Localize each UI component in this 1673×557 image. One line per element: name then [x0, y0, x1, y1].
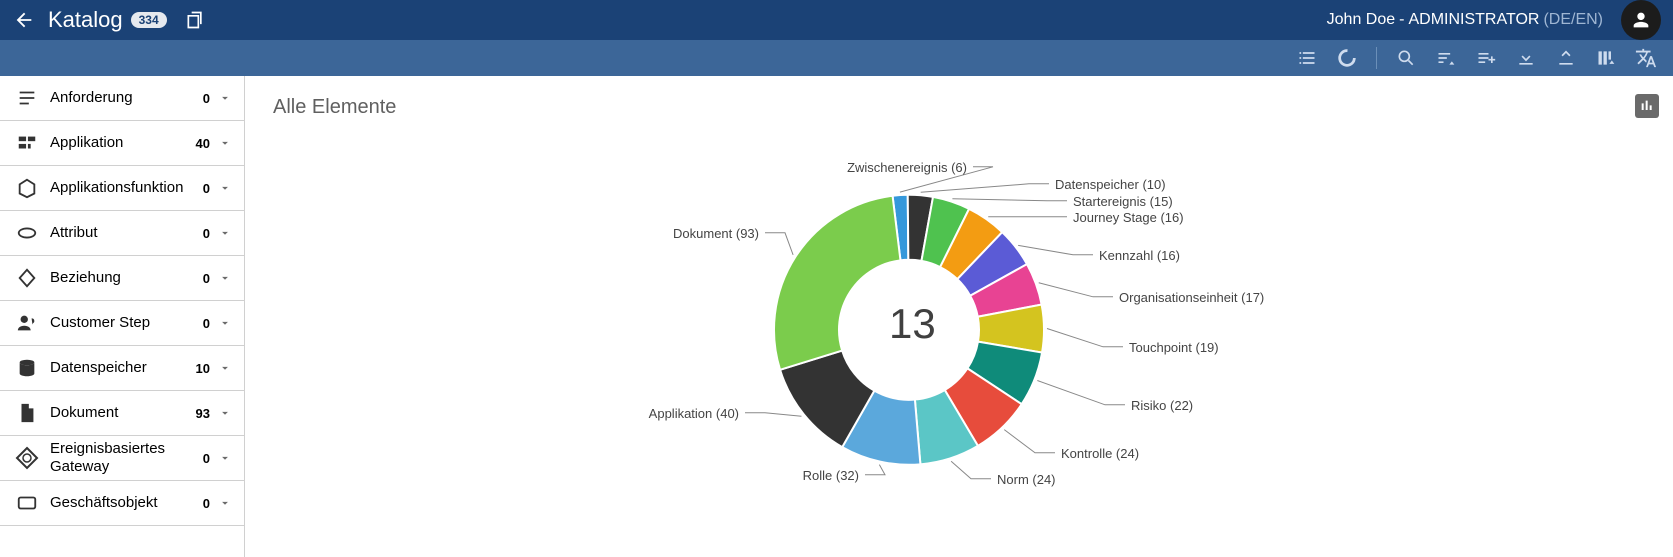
- translate-icon[interactable]: [1635, 47, 1657, 69]
- search-icon[interactable]: [1395, 47, 1417, 69]
- user-lang: (DE/EN): [1543, 11, 1603, 29]
- sidebar-item-label: Dokument: [50, 404, 190, 422]
- sidebar-item-appfunction[interactable]: Applikationsfunktion0: [0, 166, 244, 211]
- user-role: ADMINISTRATOR: [1408, 11, 1539, 29]
- sidebar-item-count: 0: [190, 91, 210, 106]
- chart-label: Kontrolle (24): [1061, 445, 1139, 460]
- datastore-icon: [14, 357, 40, 379]
- eventgateway-icon: [14, 446, 40, 470]
- columns-icon[interactable]: [1595, 47, 1617, 69]
- chart-label: Touchpoint (19): [1129, 339, 1219, 354]
- toolbar-divider: [1376, 47, 1377, 69]
- sidebar-item-application[interactable]: Applikation40: [0, 121, 244, 166]
- sidebar-item-count: 10: [190, 361, 210, 376]
- document-icon: [14, 402, 40, 424]
- chart-label: Rolle (32): [803, 467, 859, 482]
- sidebar-item-label: Applikationsfunktion: [50, 179, 190, 197]
- sidebar-item-eventgateway[interactable]: Ereignisbasiertes Gateway0: [0, 436, 244, 481]
- relation-icon: [14, 267, 40, 289]
- app-header: Katalog 334 John Doe - ADMINISTRATOR (DE…: [0, 0, 1673, 40]
- sidebar-item-count: 0: [190, 181, 210, 196]
- sidebar-item-document[interactable]: Dokument93: [0, 391, 244, 436]
- list-icon[interactable]: [1296, 47, 1318, 69]
- sidebar-item-datastore[interactable]: Datenspeicher10: [0, 346, 244, 391]
- requirement-icon: [14, 87, 40, 109]
- download-icon[interactable]: [1515, 47, 1537, 69]
- chart-toggle-icon[interactable]: [1635, 94, 1659, 118]
- back-icon[interactable]: [12, 8, 36, 32]
- chevron-down-icon: [218, 406, 234, 420]
- appfunction-icon: [14, 177, 40, 199]
- sidebar-item-count: 0: [190, 271, 210, 286]
- chevron-down-icon: [218, 496, 234, 510]
- chart-label: Risiko (22): [1131, 397, 1193, 412]
- sidebar-item-attribute[interactable]: Attribut0: [0, 211, 244, 256]
- donut-slice-dokument[interactable]: [774, 195, 900, 369]
- sidebar-item-relation[interactable]: Beziehung0: [0, 256, 244, 301]
- chart-label: Applikation (40): [649, 405, 739, 420]
- chevron-down-icon: [218, 271, 234, 285]
- businessobject-icon: [14, 492, 40, 514]
- chart-label: Zwischenereignis (6): [847, 159, 967, 174]
- main-title: Alle Elemente: [273, 96, 1645, 119]
- sidebar-item-requirement[interactable]: Anforderung0: [0, 76, 244, 121]
- chart-label: Organisationseinheit (17): [1119, 289, 1264, 304]
- chevron-down-icon: [218, 316, 234, 330]
- chevron-down-icon: [218, 91, 234, 105]
- chart-label: Norm (24): [997, 471, 1056, 486]
- sidebar-item-label: Anforderung: [50, 89, 190, 107]
- chart-label: Dokument (93): [673, 225, 759, 240]
- sidebar-item-label: Customer Step: [50, 314, 190, 332]
- donut-chart: 13 Zwischenereignis (6) Datenspeicher (10…: [609, 149, 1309, 529]
- chevron-down-icon: [218, 181, 234, 195]
- chart-center-number: 13: [889, 299, 936, 347]
- count-badge: 334: [131, 12, 167, 28]
- chart-label: Journey Stage (16): [1073, 209, 1184, 224]
- sort-icon[interactable]: [1435, 47, 1457, 69]
- chart-label: Datenspeicher (10): [1055, 176, 1166, 191]
- sidebar-item-label: Datenspeicher: [50, 359, 190, 377]
- page-title: Katalog: [48, 7, 123, 33]
- main-area: Alle Elemente 13 Zwischenereignis (6) Dat…: [245, 76, 1673, 557]
- spinner-icon[interactable]: [1336, 47, 1358, 69]
- sidebar-item-count: 0: [190, 451, 210, 466]
- chart-label: Startereignis (15): [1073, 193, 1173, 208]
- application-icon: [14, 132, 40, 154]
- user-info: John Doe - ADMINISTRATOR (DE/EN): [1327, 11, 1603, 29]
- chart-label: Kennzahl (16): [1099, 247, 1180, 262]
- sidebar-item-customerstep[interactable]: Customer Step0: [0, 301, 244, 346]
- sidebar-item-count: 0: [190, 226, 210, 241]
- chevron-down-icon: [218, 451, 234, 465]
- sidebar-item-count: 0: [190, 316, 210, 331]
- customerstep-icon: [14, 312, 40, 334]
- sidebar-item-label: Ereignisbasiertes Gateway: [50, 440, 190, 476]
- sidebar-item-count: 93: [190, 406, 210, 421]
- sidebar-item-label: Attribut: [50, 224, 190, 242]
- sidebar-item-label: Beziehung: [50, 269, 190, 287]
- add-list-icon[interactable]: [1475, 47, 1497, 69]
- chevron-down-icon: [218, 136, 234, 150]
- sidebar: Anforderung0Applikation40Applikationsfun…: [0, 76, 245, 557]
- copy-icon[interactable]: [185, 10, 205, 30]
- sidebar-item-count: 40: [190, 136, 210, 151]
- upload-icon[interactable]: [1555, 47, 1577, 69]
- sidebar-item-businessobject[interactable]: Geschäftsobjekt0: [0, 481, 244, 526]
- toolbar: [0, 40, 1673, 76]
- chevron-down-icon: [218, 361, 234, 375]
- user-name: John Doe: [1327, 11, 1396, 29]
- sidebar-item-count: 0: [190, 496, 210, 511]
- sidebar-item-label: Geschäftsobjekt: [50, 494, 190, 512]
- avatar[interactable]: [1621, 0, 1661, 40]
- sidebar-item-label: Applikation: [50, 134, 190, 152]
- chevron-down-icon: [218, 226, 234, 240]
- attribute-icon: [14, 222, 40, 244]
